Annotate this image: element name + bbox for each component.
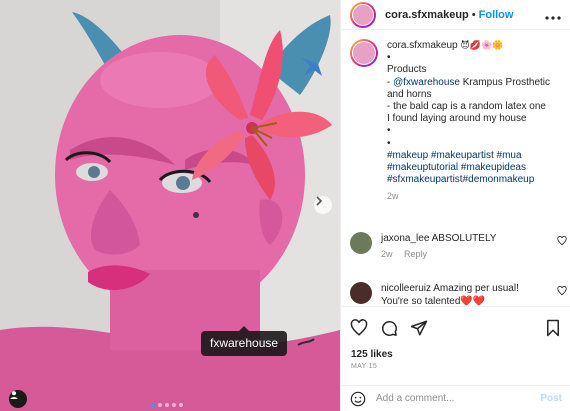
caption-username[interactable]: cora.sfxmakeup [387, 40, 458, 51]
comment-item: nicolleeruiz Amazing per usual! You're s… [341, 282, 570, 308]
reply-button[interactable]: Reply [404, 249, 427, 259]
caption-line: - the bald cap is a random latex one [387, 101, 546, 113]
post-comment-button[interactable]: Post [540, 393, 562, 404]
comment-username[interactable]: jaxona_lee [381, 233, 429, 244]
comment-icon[interactable] [380, 319, 398, 337]
like-icon[interactable] [350, 319, 368, 337]
comment-text: Amazing per usual! [433, 283, 519, 294]
comment-username[interactable]: nicolleeruiz [381, 283, 431, 294]
carousel-dot [179, 403, 183, 407]
comment-input[interactable] [376, 393, 541, 404]
add-comment-bar: Post [341, 385, 570, 411]
caption-time: 2w [387, 191, 399, 202]
comment-item: jaxona_lee ABSOLUTELY 2w Reply [341, 232, 570, 261]
caption-text: cora.sfxmakeup 😈💋🌸🌼 • Products - @fxware… [387, 39, 550, 203]
like-comment-icon[interactable] [557, 236, 567, 246]
caption-avatar[interactable] [350, 39, 378, 67]
hashtag-line[interactable]: #sfxmakeupartist#demonmakeup [387, 174, 550, 186]
comment-meta: 2w Reply [381, 248, 562, 261]
caption-line: • [387, 137, 391, 149]
post-actions [341, 306, 570, 337]
caption-line: Products [387, 64, 427, 76]
hashtag-line[interactable]: #makeup #makeupartist #mua [387, 150, 550, 162]
avatar[interactable] [350, 1, 376, 28]
carousel-indicator [151, 403, 183, 407]
comment-text: ABSOLUTELY [431, 233, 497, 244]
post-date: MAY 15 [351, 363, 378, 370]
post-details-panel: cora.sfxmakeup • Follow cora.sfxmakeup 😈… [340, 0, 570, 411]
hashtag-line[interactable]: #makeuptutorial #makeupideas [387, 162, 550, 174]
post-media[interactable]: fxwarehouse [0, 0, 340, 411]
header-username[interactable]: cora.sfxmakeup [385, 9, 469, 21]
share-icon[interactable] [410, 319, 428, 337]
carousel-dot [165, 403, 169, 407]
comment-avatar[interactable] [350, 282, 372, 304]
tag-tooltip[interactable]: fxwarehouse [201, 326, 288, 356]
like-comment-icon[interactable] [557, 286, 567, 296]
comment-time: 2w [381, 249, 393, 259]
save-icon[interactable] [544, 319, 562, 337]
carousel-dot [158, 403, 162, 407]
comment-avatar[interactable] [350, 232, 372, 254]
user-icon [10, 391, 18, 399]
caption-line: - @fxwarehouse Krampus Prosthetic [387, 76, 551, 88]
tagged-users-button[interactable] [9, 390, 27, 408]
post-header: cora.sfxmakeup • Follow [341, 0, 570, 30]
carousel-dot [172, 403, 176, 407]
caption-line: • [387, 52, 391, 64]
caption: cora.sfxmakeup 😈💋🌸🌼 • Products - @fxware… [341, 30, 570, 203]
chevron-right-icon [316, 196, 323, 206]
mention-link[interactable]: @fxwarehouse [393, 77, 460, 88]
header-separator: • [471, 8, 476, 21]
post-photo [0, 0, 340, 411]
next-photo-button[interactable] [314, 196, 332, 214]
caption-line: and horns [387, 88, 432, 100]
more-options-icon[interactable] [545, 7, 561, 23]
carousel-dot [151, 403, 155, 407]
likes-count[interactable]: 125 likes [351, 349, 393, 360]
caption-emojis: 😈💋🌸🌼 [460, 40, 504, 50]
caption-line: • [387, 125, 391, 137]
emoji-icon[interactable] [350, 391, 366, 407]
follow-button[interactable]: Follow [479, 9, 514, 21]
caption-line: I found laying around my house [387, 113, 527, 125]
